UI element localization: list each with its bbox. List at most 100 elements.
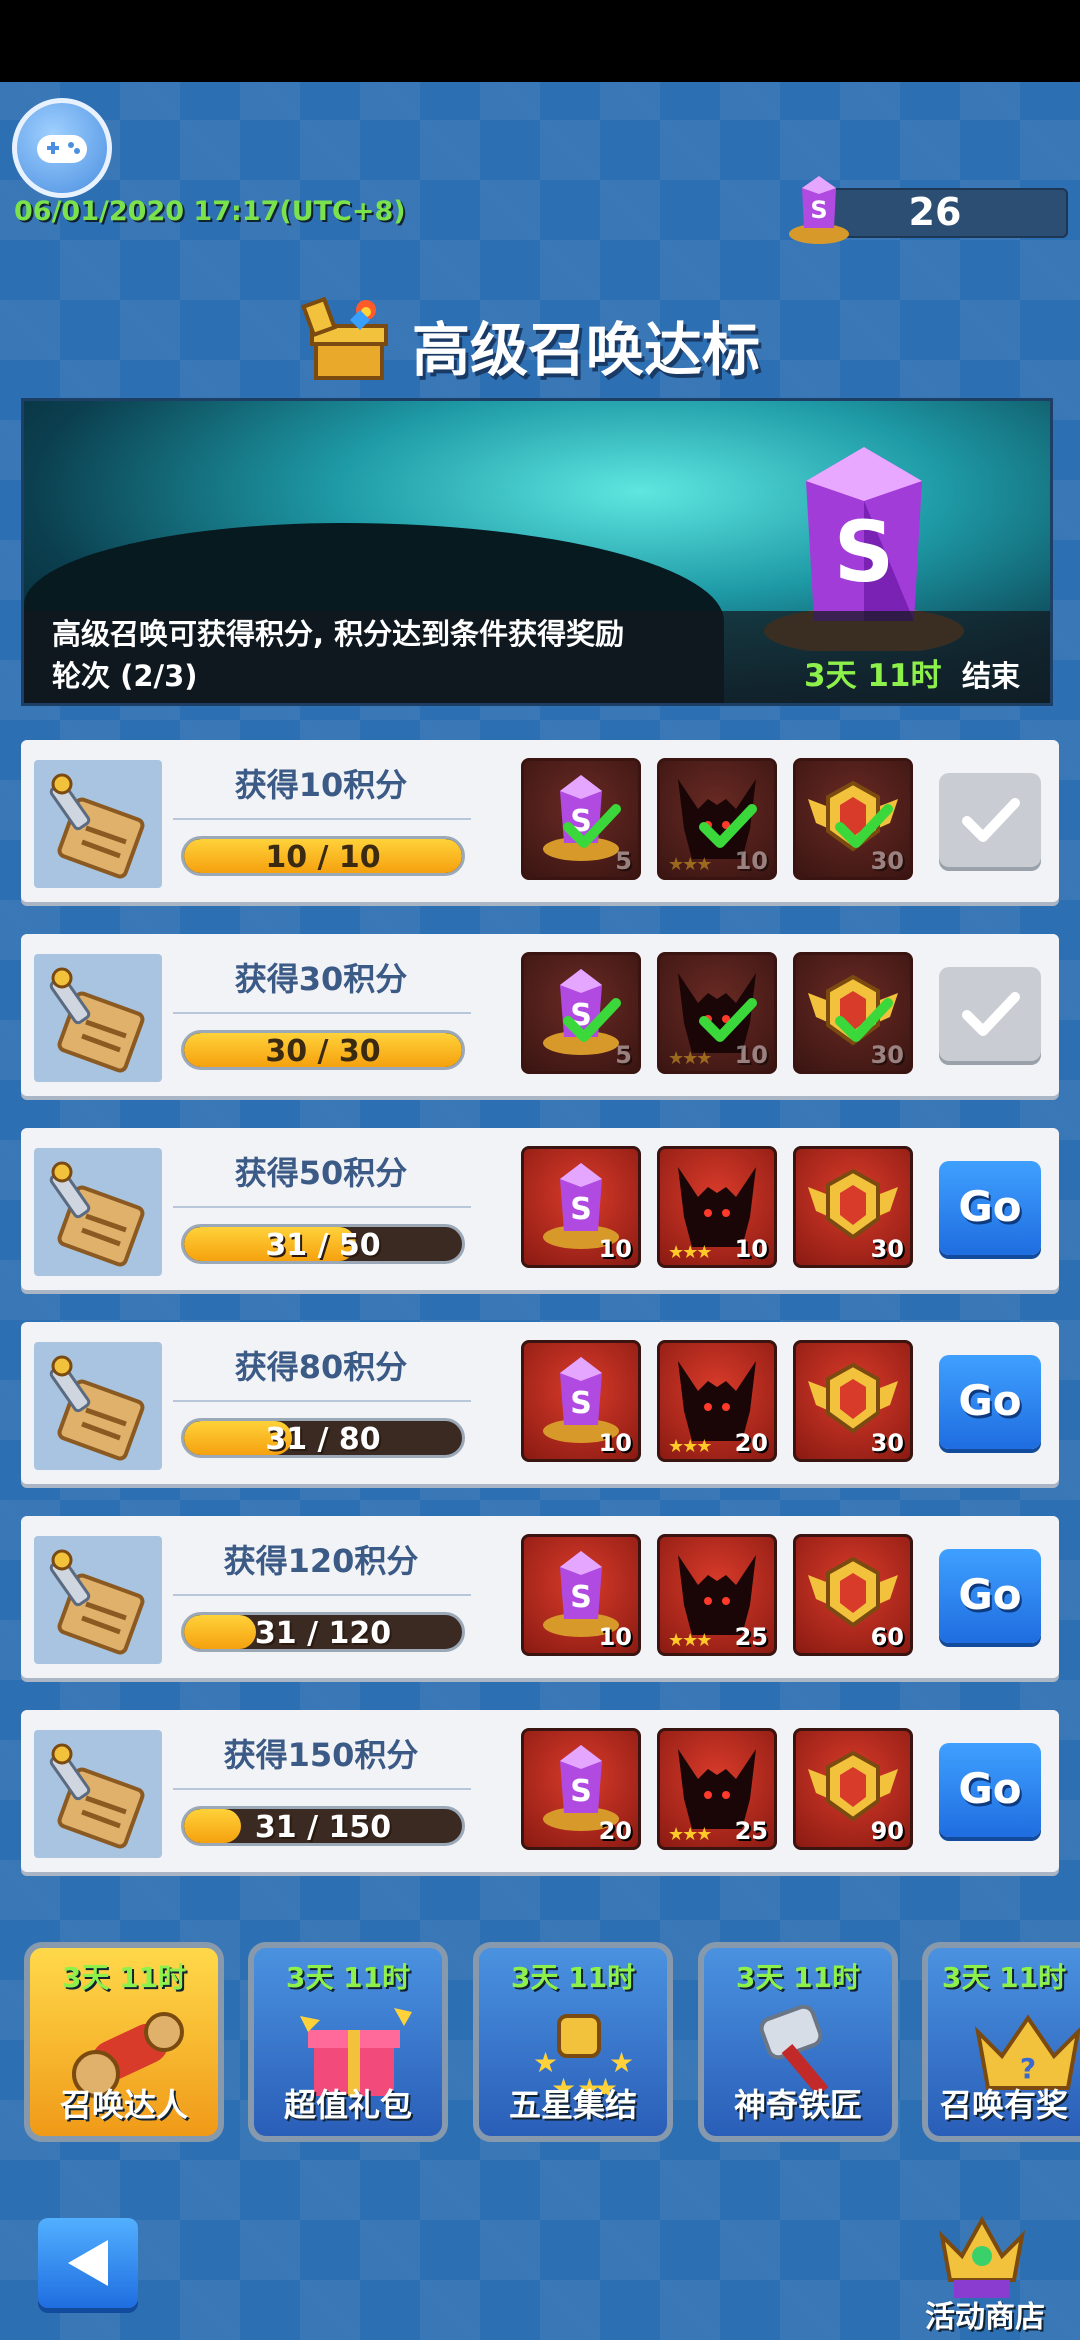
task-row: 获得10积分 10 / 10 S 5 ★★★ 10 30	[21, 740, 1059, 902]
event-tile[interactable]: ★ ★ ★ ★ ★ 3天 11时 五星集结	[473, 1942, 673, 2142]
task-row: 获得120积分 31 / 120 S 10 ★★★ 25 60 Go	[21, 1516, 1059, 1678]
reward-quantity: 10	[734, 1235, 768, 1263]
reward-item[interactable]: S 10	[521, 1534, 641, 1656]
reward-item[interactable]: S 20	[521, 1728, 641, 1850]
task-progress-bar: 31 / 50	[181, 1224, 465, 1264]
reward-item[interactable]: S5	[521, 758, 641, 880]
checkmark-icon	[962, 992, 1020, 1036]
progress-text: 10 / 10	[265, 840, 381, 875]
datetime-label: 06/01/2020 17:17(UTC+8)	[14, 196, 406, 227]
event-tile[interactable]: 3天 11时超值礼包	[248, 1942, 448, 2142]
event-name: 超值礼包	[283, 2086, 412, 2124]
task-goal: 获得80积分	[234, 1348, 408, 1386]
progress-text: 31 / 120	[254, 1616, 392, 1651]
reward-quantity: 10	[598, 1429, 632, 1457]
divider	[173, 1206, 471, 1208]
reward-item[interactable]: ★★★ 25	[657, 1728, 777, 1850]
task-row: 获得80积分 31 / 80 S 10 ★★★ 20 30 Go	[21, 1322, 1059, 1484]
back-button[interactable]	[38, 2218, 138, 2308]
svg-text:S: S	[834, 503, 895, 601]
quest-scroll-icon	[34, 760, 162, 888]
gem-icon: S	[789, 176, 849, 244]
trophy-crown-icon	[938, 2215, 1026, 2298]
quest-scroll-icon	[34, 1148, 162, 1276]
reward-item[interactable]: ★★★ 20	[657, 1340, 777, 1462]
go-button[interactable]: Go	[939, 1355, 1041, 1449]
reward-item[interactable]: S 10	[521, 1340, 641, 1462]
reward-item[interactable]: 30	[793, 1340, 913, 1462]
reward-item[interactable]: 60	[793, 1534, 913, 1656]
claimed-button[interactable]	[939, 773, 1041, 867]
divider	[173, 818, 471, 820]
event-banner: S 高级召唤可获得积分, 积分达到条件获得奖励 轮次 (2/3) 3天 11时 …	[21, 398, 1053, 706]
go-button[interactable]: Go	[939, 1549, 1041, 1643]
event-carousel: 3天 11时 召唤达人 3天 11时 超值礼包 ★ ★ ★ ★ ★ 3天 11时 五星集结 3天 11…	[0, 1912, 1080, 2152]
back-arrow-icon	[68, 2240, 108, 2286]
svg-text:S: S	[570, 1774, 592, 1809]
event-name: 神奇铁匠	[733, 2086, 862, 2124]
reward-item[interactable]: 30	[793, 952, 913, 1074]
progress-text: 31 / 150	[254, 1810, 392, 1845]
gamepad-icon	[37, 135, 87, 163]
svg-text:S: S	[810, 196, 827, 224]
divider	[173, 1400, 471, 1402]
reward-quantity: 5	[615, 847, 632, 875]
reward-quantity: 25	[734, 1817, 768, 1845]
quest-scroll-icon	[34, 1730, 162, 1858]
reward-item[interactable]: S5	[521, 952, 641, 1074]
reward-stars: ★★★	[668, 1048, 712, 1069]
reward-quantity: 10	[734, 847, 768, 875]
gamepad-button[interactable]	[12, 98, 112, 198]
event-tile[interactable]: 3天 11时神奇铁匠	[698, 1942, 898, 2142]
reward-quantity: 10	[734, 1041, 768, 1069]
task-progress-bar: 30 / 30	[181, 1030, 465, 1070]
task-row: 获得50积分 31 / 50 S 10 ★★★ 10 30 Go	[21, 1128, 1059, 1290]
reward-quantity: 20	[734, 1429, 768, 1457]
reward-item[interactable]: 30	[793, 758, 913, 880]
task-goal: 获得50积分	[234, 1154, 408, 1192]
progress-text: 31 / 80	[265, 1422, 381, 1457]
svg-text:S: S	[570, 1192, 592, 1227]
reward-item[interactable]: 30	[793, 1146, 913, 1268]
event-tile[interactable]: 3天 11时 召唤达人	[24, 1942, 224, 2142]
banner-time-left: 3天 11时	[804, 658, 942, 694]
task-row: 获得30积分 30 / 30 S 5 ★★★ 10 30	[21, 934, 1059, 1096]
divider	[173, 1788, 471, 1790]
reward-quantity: 30	[870, 847, 904, 875]
go-button[interactable]: Go	[939, 1161, 1041, 1255]
reward-item[interactable]: ★★★ 10	[657, 1146, 777, 1268]
reward-stars: ★★★	[668, 1242, 712, 1263]
treasure-chest-icon	[300, 296, 388, 380]
task-row: 获得150积分 31 / 150 S 20 ★★★ 25 90 Go	[21, 1710, 1059, 1872]
reward-item[interactable]: S 10	[521, 1146, 641, 1268]
event-tile[interactable]: ? 3天 11时 召唤有奖	[922, 1942, 1080, 2142]
event-shop-button[interactable]: 活动商店	[900, 2200, 1070, 2340]
progress-text: 31 / 50	[265, 1228, 381, 1263]
banner-round: 轮次 (2/3)	[52, 659, 198, 693]
event-time-left: 3天 11时	[61, 1961, 187, 1994]
task-progress-bar: 10 / 10	[181, 836, 465, 876]
event-time-left: 3天 11时	[941, 1961, 1067, 1994]
page-title: 高级召唤达标	[412, 316, 761, 384]
event-time-left: 3天 11时	[285, 1961, 411, 1994]
reward-quantity: 10	[598, 1235, 632, 1263]
banner-description: 高级召唤可获得积分, 积分达到条件获得奖励	[52, 617, 625, 651]
reward-item[interactable]: ★★★ 10	[657, 758, 777, 880]
checkmark-icon	[962, 798, 1020, 842]
reward-item[interactable]: 90	[793, 1728, 913, 1850]
reward-stars: ★★★	[668, 1824, 712, 1845]
svg-text:S: S	[570, 1386, 592, 1421]
task-goal: 获得10积分	[234, 766, 408, 804]
reward-stars: ★★★	[668, 854, 712, 875]
task-progress-bar: 31 / 120	[181, 1612, 465, 1652]
reward-item[interactable]: ★★★ 25	[657, 1534, 777, 1656]
reward-quantity: 30	[870, 1041, 904, 1069]
divider	[173, 1594, 471, 1596]
event-time-left: 3天 11时	[735, 1961, 861, 1994]
reward-item[interactable]: ★★★ 10	[657, 952, 777, 1074]
reward-stars: ★★★	[668, 1630, 712, 1651]
go-button[interactable]: Go	[939, 1743, 1041, 1837]
reward-quantity: 60	[870, 1623, 904, 1651]
svg-text:S: S	[570, 1580, 592, 1615]
claimed-button[interactable]	[939, 967, 1041, 1061]
